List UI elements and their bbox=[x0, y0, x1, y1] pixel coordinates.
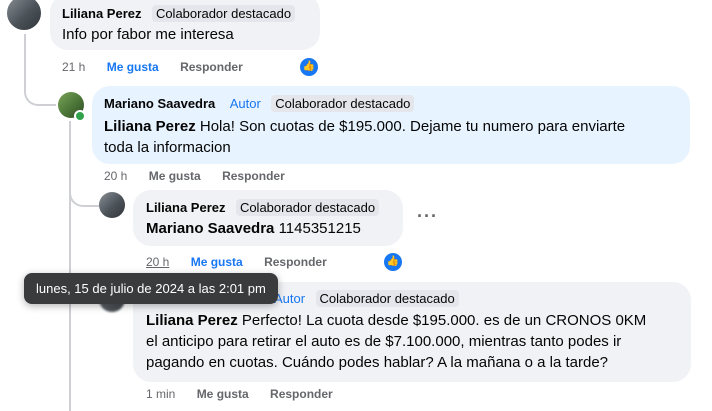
like-button[interactable]: Me gusta bbox=[197, 387, 249, 401]
timestamp-tooltip: lunes, 15 de julio de 2024 a las 2:01 pm bbox=[24, 273, 278, 304]
comment-time[interactable]: 20 h bbox=[146, 255, 169, 269]
mention-link[interactable]: Liliana Perez bbox=[146, 312, 238, 329]
comment-text-line: Hola! Son cuotas de $195.000. Dejame tu … bbox=[195, 118, 626, 135]
comment-bubble: Mariano Saavedra Autor Colaborador desta… bbox=[92, 86, 690, 164]
comment-text-line: toda la informacion bbox=[104, 139, 231, 156]
mention-link[interactable]: Mariano Saavedra bbox=[146, 220, 274, 237]
contributor-badge: Colaborador destacado bbox=[315, 290, 459, 307]
contributor-badge: Colaborador destacado bbox=[271, 95, 415, 112]
comment-author[interactable]: Liliana Perez bbox=[62, 6, 141, 21]
online-status-icon bbox=[74, 110, 86, 122]
comment-time[interactable]: 1 min bbox=[146, 387, 175, 401]
comment-actions: 20 h Me gusta Responder bbox=[146, 255, 345, 269]
thread-line bbox=[24, 34, 56, 106]
comment-text-line: el anticipo para retirar el auto es de $… bbox=[146, 333, 622, 350]
like-button[interactable]: Me gusta bbox=[191, 255, 243, 269]
like-button[interactable]: Me gusta bbox=[107, 60, 159, 74]
contributor-badge: Colaborador destacado bbox=[151, 5, 296, 22]
avatar[interactable] bbox=[7, 0, 41, 30]
comment-actions: 21 h Me gusta Responder bbox=[62, 60, 261, 74]
reply-button[interactable]: Responder bbox=[264, 255, 327, 269]
comment-time[interactable]: 20 h bbox=[104, 169, 127, 183]
reply-button[interactable]: Responder bbox=[222, 169, 285, 183]
avatar[interactable] bbox=[99, 192, 125, 218]
comment-time[interactable]: 21 h bbox=[62, 60, 85, 74]
comment-text-line: 1145351215 bbox=[274, 220, 361, 237]
comment-text-line: Perfecto! La cuota desde $195.000. es de… bbox=[237, 312, 647, 329]
comment-actions: 20 h Me gusta Responder bbox=[104, 169, 303, 183]
comment-author[interactable]: Mariano Saavedra bbox=[104, 96, 215, 111]
contributor-badge: Colaborador destacado bbox=[235, 199, 380, 216]
reply-button[interactable]: Responder bbox=[270, 387, 333, 401]
thread-line bbox=[69, 180, 99, 207]
comment-text: Mariano Saavedra 1145351215 bbox=[146, 218, 361, 239]
like-icon[interactable]: 👍 bbox=[298, 56, 320, 78]
comment-actions: 1 min Me gusta Responder bbox=[146, 387, 351, 401]
reply-button[interactable]: Responder bbox=[180, 60, 243, 74]
author-tag: Autor bbox=[274, 291, 306, 306]
like-button[interactable]: Me gusta bbox=[149, 169, 201, 183]
author-tag: Autor bbox=[229, 96, 261, 111]
comment-bubble: Liliana Perez Colaborador destacado Mari… bbox=[133, 190, 403, 246]
thread-line bbox=[69, 121, 73, 411]
comment-text: Info por fabor me interesa bbox=[62, 26, 234, 43]
comment-author[interactable]: Liliana Perez bbox=[146, 200, 225, 215]
comment-text: Liliana Perez Hola! Son cuotas de $195.0… bbox=[104, 116, 625, 137]
comment-text-line: pagando en cuotas. Cuándo podes hablar? … bbox=[146, 354, 609, 371]
comment-bubble: Liliana Perez Colaborador destacado Info… bbox=[50, 0, 320, 50]
like-icon[interactable]: 👍 bbox=[382, 251, 404, 273]
more-options-icon[interactable]: ··· bbox=[417, 206, 438, 227]
comment-text: Liliana Perez Perfecto! La cuota desde $… bbox=[146, 310, 646, 331]
mention-link[interactable]: Liliana Perez bbox=[104, 118, 196, 135]
